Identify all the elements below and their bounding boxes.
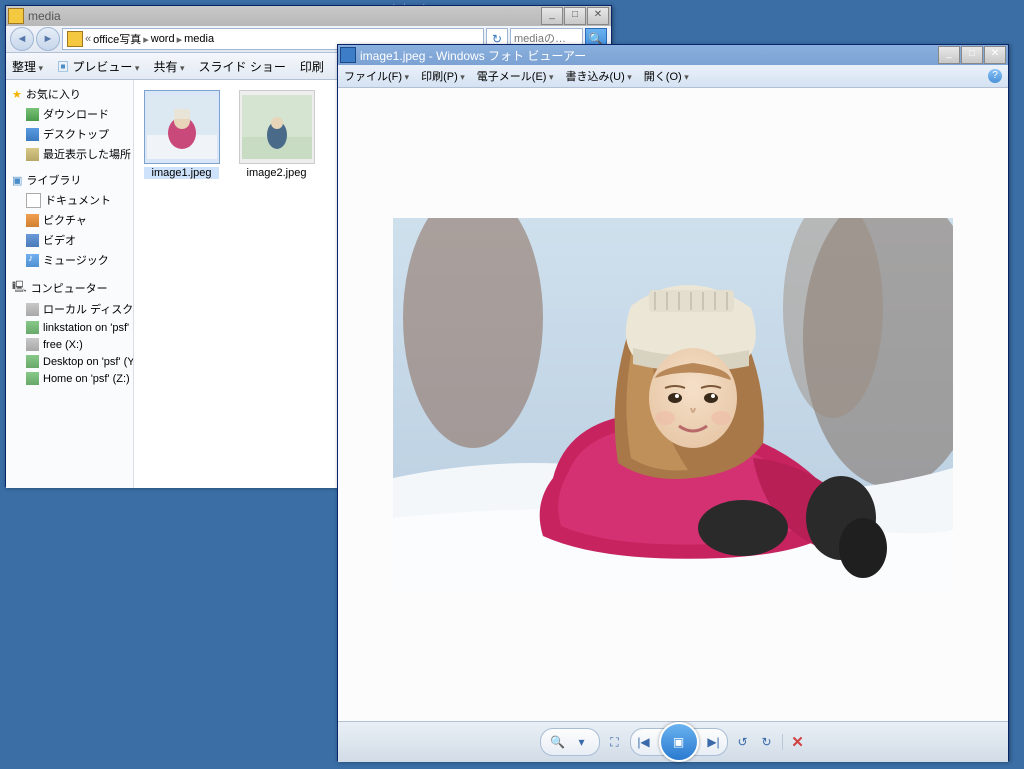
nav-videos[interactable]: ビデオ <box>6 230 133 250</box>
computer-icon: 🖳 <box>12 278 27 297</box>
nav-desktop[interactable]: デスクトップ <box>6 124 133 144</box>
photo-image1 <box>393 218 953 591</box>
chevron-right-icon: ▸ <box>143 33 149 46</box>
close-button[interactable]: ✕ <box>587 7 609 25</box>
nav-documents[interactable]: ドキュメント <box>6 190 133 210</box>
delete-icon: ✕ <box>791 733 804 751</box>
explorer-titlebar[interactable]: media _ □ ✕ <box>6 6 611 26</box>
viewer-window-buttons: _ □ ✕ <box>938 46 1006 64</box>
menu-burn[interactable]: 書き込み(U) <box>565 68 631 84</box>
forward-button[interactable]: ► <box>36 27 60 51</box>
slideshow-button[interactable]: スライド ショー <box>199 58 286 75</box>
thumbnail-image2 <box>239 90 315 164</box>
document-icon <box>26 193 41 208</box>
menu-print[interactable]: 印刷(P) <box>421 68 465 84</box>
file-label: image2.jpeg <box>239 167 314 179</box>
explorer-navpane: ★お気に入り ダウンロード デスクトップ 最近表示した場所 ▣ライブラリ ドキュ… <box>6 80 134 488</box>
nav-recent[interactable]: 最近表示した場所 <box>6 144 133 164</box>
nav-free-x[interactable]: free (X:) <box>6 336 133 353</box>
viewer-menubar: ファイル(F) 印刷(P) 電子メール(E) 書き込み(U) 開く(O) ? <box>338 65 1008 88</box>
explorer-title: media <box>28 9 541 23</box>
library-icon: ▣ <box>12 174 22 187</box>
desktop-icon <box>26 128 39 141</box>
nav-linkstation[interactable]: linkstation on 'psf' (W <box>6 319 133 336</box>
viewer-titlebar[interactable]: image1.jpeg - Windows フォト ビューアー _ □ ✕ <box>338 45 1008 65</box>
drive-icon <box>26 338 39 351</box>
explorer-window-buttons: _ □ ✕ <box>541 7 609 25</box>
music-icon <box>26 254 39 267</box>
crumb-left-icon: « <box>85 33 91 45</box>
zoom-button[interactable]: 🔍 <box>549 733 567 751</box>
slideshow-play-button[interactable]: ▣ <box>659 722 699 762</box>
crumb-part[interactable]: office写真 <box>93 31 141 47</box>
photoviewer-icon <box>340 47 356 63</box>
menu-file[interactable]: ファイル(F) <box>344 68 409 84</box>
nav-computer[interactable]: 🖳コンピューター <box>6 276 133 299</box>
rotate-ccw-icon: ↺ <box>737 735 747 749</box>
next-button[interactable]: ▶| <box>705 733 723 751</box>
fit-button[interactable]: ⛶ <box>606 733 624 751</box>
viewer-canvas[interactable] <box>338 88 1008 721</box>
crumb-part[interactable]: media <box>184 33 214 45</box>
divider <box>782 734 783 750</box>
menu-email[interactable]: 電子メール(E) <box>477 68 554 84</box>
nav-music[interactable]: ミュージック <box>6 250 133 270</box>
maximize-button[interactable]: □ <box>961 46 983 64</box>
play-icon: ▣ <box>673 735 684 749</box>
zoom-group: 🔍 ▾ <box>540 728 600 756</box>
video-icon <box>26 234 39 247</box>
file-image2[interactable]: image2.jpeg <box>239 90 314 179</box>
recent-icon <box>26 148 39 161</box>
fit-icon: ⛶ <box>610 735 618 750</box>
rotate-cw-button[interactable]: ↻ <box>758 733 776 751</box>
nav-desktop-psf[interactable]: Desktop on 'psf' (Y:) <box>6 353 133 370</box>
back-button[interactable]: ◄ <box>10 27 34 51</box>
file-image1[interactable]: image1.jpeg <box>144 90 219 179</box>
picture-icon <box>26 214 39 227</box>
photo-viewer-window: image1.jpeg - Windows フォト ビューアー _ □ ✕ ファ… <box>337 44 1009 761</box>
crumb-part[interactable]: word <box>151 33 175 45</box>
minimize-button[interactable]: _ <box>541 7 563 25</box>
chevron-down-icon: ▾ <box>578 735 584 749</box>
prev-icon: |◀ <box>637 735 649 749</box>
organize-button[interactable]: 整理 <box>12 58 43 75</box>
nav-downloads[interactable]: ダウンロード <box>6 104 133 124</box>
chevron-right-icon: ▸ <box>177 33 183 46</box>
nav-drive-c[interactable]: ローカル ディスク (C:) <box>6 299 133 319</box>
share-button[interactable]: 共有 <box>153 58 184 75</box>
next-icon: ▶| <box>707 735 719 749</box>
thumbnail-image1 <box>144 90 220 164</box>
download-icon <box>26 108 39 121</box>
netdrive-icon <box>26 355 39 368</box>
star-icon: ★ <box>12 88 22 101</box>
nav-group: |◀ ▣ ▶| <box>630 728 728 756</box>
drive-icon <box>26 303 39 316</box>
menu-open[interactable]: 開く(O) <box>644 68 689 84</box>
print-button[interactable]: 印刷 <box>300 58 324 75</box>
nav-home-psf[interactable]: Home on 'psf' (Z:) <box>6 370 133 387</box>
nav-pictures[interactable]: ピクチャ <box>6 210 133 230</box>
viewer-title: image1.jpeg - Windows フォト ビューアー <box>360 47 938 64</box>
nav-libraries[interactable]: ▣ライブラリ <box>6 170 133 190</box>
netdrive-icon <box>26 321 39 334</box>
netdrive-icon <box>26 372 39 385</box>
folder-icon <box>67 31 83 47</box>
close-button[interactable]: ✕ <box>984 46 1006 64</box>
preview-button[interactable]: ▣ プレビュー <box>57 58 139 75</box>
nav-favorites[interactable]: ★お気に入り <box>6 84 133 104</box>
magnifier-icon: 🔍 <box>550 735 565 749</box>
delete-button[interactable]: ✕ <box>789 733 807 751</box>
help-button[interactable]: ? <box>988 69 1002 83</box>
zoom-dropdown[interactable]: ▾ <box>573 733 591 751</box>
maximize-button[interactable]: □ <box>564 7 586 25</box>
folder-icon <box>8 8 24 24</box>
viewer-controls: 🔍 ▾ ⛶ |◀ ▣ ▶| ↺ ↻ ✕ <box>338 721 1008 762</box>
rotate-ccw-button[interactable]: ↺ <box>734 733 752 751</box>
rotate-cw-icon: ↻ <box>761 735 771 749</box>
file-label: image1.jpeg <box>144 167 219 179</box>
previous-button[interactable]: |◀ <box>635 733 653 751</box>
minimize-button[interactable]: _ <box>938 46 960 64</box>
